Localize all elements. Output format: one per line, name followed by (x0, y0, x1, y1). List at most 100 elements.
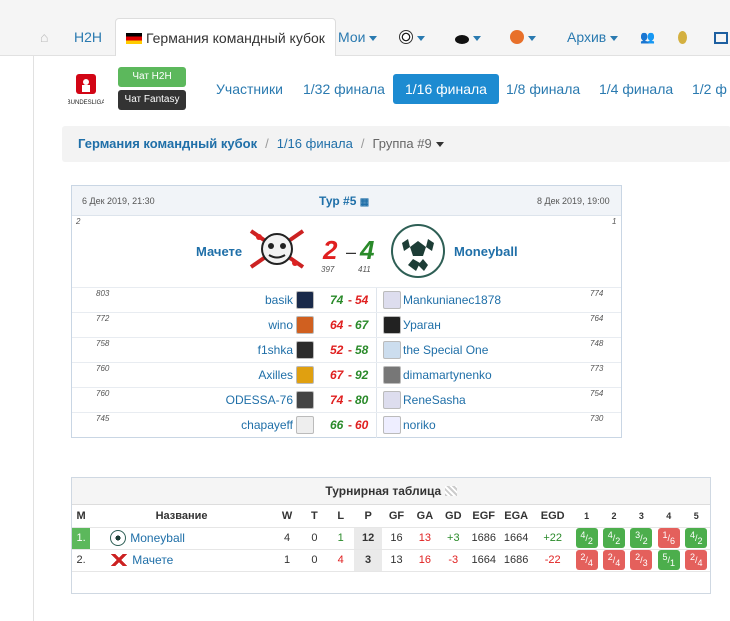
standings-gd: +3 (439, 527, 468, 550)
standings-col-ega: EGA (499, 505, 533, 528)
standings-round-result[interactable]: 4/2 (600, 527, 628, 550)
standings-col-egd: EGD (532, 505, 573, 528)
standings-round-result[interactable]: 2/3 (627, 549, 656, 572)
top-navbar: ⌂ H2H Германия командный кубок Мои Архив… (0, 0, 730, 56)
player-home-avatar (296, 416, 314, 434)
hockey-icon (455, 35, 469, 44)
subtab-1-2[interactable]: 1/2 ф (692, 74, 727, 104)
hockey-menu[interactable] (455, 18, 481, 56)
standings-col-3: 3 (627, 505, 656, 528)
standings-round-result[interactable]: 1/6 (655, 527, 683, 550)
team-logo-icon (110, 530, 127, 546)
standings-round-result[interactable]: 2/4 (600, 549, 628, 572)
standings-round-result[interactable]: 2/4 (682, 549, 710, 572)
standings-col-l: L (327, 505, 354, 528)
player-away-avatar (383, 341, 401, 359)
chat-fantasy-button[interactable]: Чат Fantasy (118, 90, 186, 110)
medal-icon[interactable] (678, 18, 687, 56)
player-away-name[interactable]: Mankunianec1878 (403, 293, 501, 307)
breadcrumb-stage[interactable]: 1/16 финала (277, 136, 353, 151)
standings-egf: 1686 (467, 527, 500, 550)
soccer-menu[interactable] (399, 18, 425, 56)
basketball-menu[interactable] (510, 18, 536, 56)
standings-round-result[interactable]: 2/4 (572, 549, 601, 572)
team-home-name[interactable]: Мачете (196, 244, 242, 259)
breadcrumb-group[interactable]: Группа #9 (372, 136, 444, 151)
player-away-rating: 773 (590, 364, 604, 373)
standings-team[interactable]: Мачете (90, 549, 273, 572)
standings-title: Турнирная таблица (72, 478, 710, 505)
standings-gd: -3 (439, 549, 468, 572)
player-away-name[interactable]: noriko (403, 418, 436, 432)
standings-col-m: M (72, 505, 91, 528)
standings-position: 1. (72, 527, 91, 550)
player-away-score: 60 (355, 418, 369, 432)
standings-round-result[interactable]: 4/2 (572, 527, 601, 550)
chevron-down-icon (610, 35, 619, 41)
player-away-avatar (383, 316, 401, 334)
subtab-1-32[interactable]: 1/32 финала (303, 74, 385, 104)
team-logo-icon (110, 554, 129, 566)
player-away-score: 58 (355, 343, 369, 357)
subtab-1-4[interactable]: 1/4 финала (599, 74, 673, 104)
player-home-name[interactable]: chapayeff (241, 418, 293, 432)
svg-text:BUNDESLIGA: BUNDESLIGA (68, 100, 104, 106)
player-away-rating: 754 (590, 389, 604, 398)
breadcrumb-root[interactable]: Германия командный кубок (78, 136, 257, 151)
standings-t: 0 (301, 549, 328, 572)
player-away-avatar (383, 391, 401, 409)
player-away-name[interactable]: the Special One (403, 343, 488, 357)
chevron-down-icon (417, 35, 425, 41)
standings-row: 2. Мачете 1 0 4 3 13 16 -3 1664 1686 -22 2/4 2/4 2/3 5/… (72, 549, 710, 572)
subtab-1-8[interactable]: 1/8 финала (506, 74, 580, 104)
player-away-name[interactable]: ReneSasha (403, 393, 466, 407)
standings-col-4: 4 (655, 505, 683, 528)
match-card: 6 Дек 2019, 21:30 Тур #5 ▦ 8 Дек 2019, 1… (71, 185, 622, 438)
player-home-rating: 760 (96, 364, 110, 373)
player-home-avatar (296, 291, 314, 309)
player-home-name[interactable]: Axilles (258, 368, 293, 382)
match-date-start: 6 Дек 2019, 21:30 (82, 196, 155, 206)
home-icon[interactable]: ⌂ (40, 18, 48, 56)
player-home-rating: 772 (96, 314, 110, 323)
standings-grid: M Название W T L P GF GA GD EGF EGA EGD 1 2 3 4 5 1. Mone… (72, 505, 710, 572)
team-away-name[interactable]: Moneyball (454, 244, 518, 259)
player-home-score: 74 (330, 293, 344, 307)
player-home-name[interactable]: ODESSA-76 (226, 393, 293, 407)
score-separator: - (348, 293, 352, 307)
bundesliga-logo: BUNDESLIGA (67, 74, 105, 106)
round-label[interactable]: Тур #5 ▦ (319, 194, 369, 208)
tab-h2h[interactable]: H2H (74, 18, 102, 56)
chat-h2h-button[interactable]: Чат H2H (118, 67, 186, 87)
standings-l: 1 (327, 527, 354, 550)
standings-round-result[interactable]: 5/1 (655, 549, 683, 572)
player-home-name[interactable]: f1shka (258, 343, 293, 357)
player-away-name[interactable]: Ураган (403, 318, 441, 332)
player-home-rating: 758 (96, 339, 110, 348)
standings-l: 4 (327, 549, 354, 572)
player-home-name[interactable]: basik (265, 293, 293, 307)
standings-gf: 16 (382, 527, 411, 550)
standings-egd: -22 (532, 549, 573, 572)
standings-round-result[interactable]: 4/2 (682, 527, 710, 550)
standings-team[interactable]: Moneyball (90, 527, 273, 550)
player-away-name[interactable]: dimamartynenko (403, 368, 492, 382)
player-away-rating: 764 (590, 314, 604, 323)
subtab-participants[interactable]: Участники (216, 74, 283, 104)
grid-icon[interactable] (714, 18, 728, 56)
standings-p: 3 (353, 549, 383, 572)
player-match-row: 772 wino 64-67 Ураган 764 (72, 312, 621, 338)
player-match-row: 758 f1shka 52-58 the Special One 748 (72, 337, 621, 363)
tab-archive[interactable]: Архив (567, 18, 619, 56)
player-away-avatar (383, 291, 401, 309)
chart-icon[interactable] (444, 486, 457, 496)
standings-round-result[interactable]: 3/2 (627, 527, 656, 550)
player-home-name[interactable]: wino (268, 318, 293, 332)
users-icon[interactable]: 👥 (640, 18, 655, 56)
subtab-1-16[interactable]: 1/16 финала (393, 74, 499, 104)
score-away: 4 (360, 235, 375, 265)
player-away-avatar (383, 416, 401, 434)
chevron-down-icon (528, 35, 536, 41)
tab-germany-cup[interactable]: Германия командный кубок (115, 18, 336, 56)
tab-mine[interactable]: Мои (338, 18, 378, 56)
